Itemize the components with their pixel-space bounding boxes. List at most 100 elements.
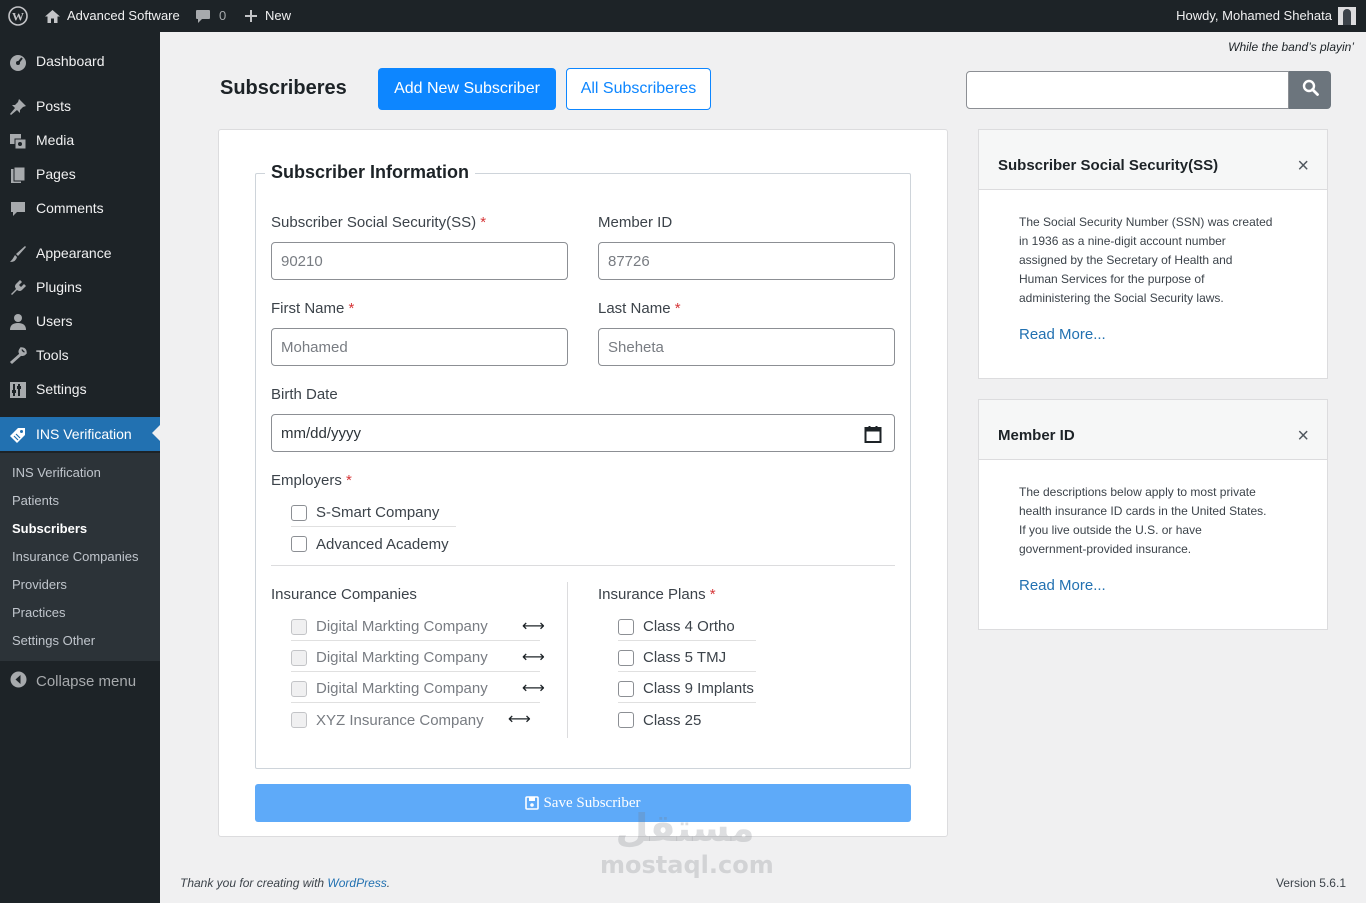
employer-label: S-Smart Company [316, 504, 440, 521]
submenu-item-practices[interactable]: Practices [12, 605, 65, 620]
insurance-company-row[interactable]: Digital Markting Company [291, 644, 540, 672]
menu-settings[interactable]: Settings [0, 372, 160, 406]
comments-count: 0 [219, 8, 227, 23]
insurance-plan-label: Class 25 [643, 711, 702, 729]
submenu-item-patients[interactable]: Patients [12, 493, 59, 508]
insurance-company-row[interactable]: Digital Markting Company [291, 675, 540, 703]
calendar-icon[interactable] [864, 425, 882, 447]
card-text-line: government-provided insurance. [1019, 542, 1192, 556]
last-name-input[interactable]: Sheheta [598, 328, 895, 366]
close-icon[interactable]: × [1297, 156, 1309, 176]
collapse-menu-button[interactable]: Collapse menu [0, 668, 160, 698]
pages-icon [9, 166, 27, 184]
read-more-link[interactable]: Read More... [1019, 326, 1106, 343]
birth-date-input[interactable]: mm/dd/yyyy [271, 414, 895, 452]
read-more-link[interactable]: Read More... [1019, 577, 1106, 594]
menu-users[interactable]: Users [0, 304, 160, 338]
new-content-link[interactable]: New [244, 0, 291, 32]
insurance-plan-row[interactable]: Class 5 TMJ [618, 644, 756, 672]
pin-icon [9, 98, 27, 116]
menu-comments[interactable]: Comments [0, 191, 160, 225]
insurance-company-row[interactable]: Digital Markting Company [291, 613, 540, 641]
ss-input[interactable]: 90210 [271, 242, 568, 280]
menu-label: Media [36, 132, 75, 148]
card-text-line: If you live outside the U.S. or have [1019, 523, 1202, 537]
divider [271, 565, 895, 566]
save-subscriber-button[interactable]: Save Subscriber [255, 784, 911, 822]
checkbox[interactable] [291, 536, 307, 552]
all-subscribers-button[interactable]: All Subscriberes [566, 68, 711, 110]
admin-bar: W Advanced Software 0 New Howdy, Mohamed… [0, 0, 1366, 32]
menu-plugins[interactable]: Plugins [0, 270, 160, 304]
first-name-input[interactable]: Mohamed [271, 328, 568, 366]
wordpress-logo-icon[interactable]: W [8, 0, 28, 32]
site-name-link[interactable]: Advanced Software [44, 0, 180, 32]
svg-text:W: W [12, 10, 24, 24]
card-text-line: The descriptions below apply to most pri… [1019, 485, 1256, 499]
search-button[interactable] [1289, 71, 1331, 109]
insurance-plan-row[interactable]: Class 25 [618, 706, 756, 734]
menu-pages[interactable]: Pages [0, 157, 160, 191]
dashboard-icon [9, 53, 27, 71]
insurance-company-row[interactable]: XYZ Insurance Company [291, 706, 540, 734]
menu-label: Settings [36, 381, 87, 397]
birth-date-placeholder: mm/dd/yyyy [281, 424, 362, 442]
menu-tools[interactable]: Tools [0, 338, 160, 372]
card-title: Member ID [998, 427, 1075, 444]
checkbox[interactable] [618, 618, 634, 635]
submenu-item-ins-verification[interactable]: INS Verification [12, 465, 101, 480]
menu-label: Tools [36, 347, 69, 363]
first-name-label: First Name * [271, 300, 354, 317]
required-mark: * [346, 472, 352, 489]
add-new-subscriber-button[interactable]: Add New Subscriber [378, 68, 556, 110]
comments-link[interactable]: 0 [195, 0, 226, 32]
checkbox[interactable] [291, 618, 307, 635]
user-icon [9, 313, 27, 331]
menu-appearance[interactable]: Appearance [0, 236, 160, 270]
employer-checkbox-row[interactable]: Advanced Academy [291, 530, 456, 558]
submenu-ins-verification: INS Verification Patients Subscribers In… [0, 453, 160, 661]
submenu-item-subscribers[interactable]: Subscribers [12, 521, 87, 536]
menu-media[interactable]: Media [0, 123, 160, 157]
card-body: The descriptions below apply to most pri… [1019, 483, 1289, 559]
checkbox[interactable] [618, 712, 634, 728]
employer-checkbox-row[interactable]: S-Smart Company [291, 499, 456, 527]
checkbox[interactable] [291, 680, 307, 697]
insurance-company-label: Digital Markting Company [316, 649, 488, 666]
close-icon[interactable]: × [1297, 426, 1309, 446]
footer-thanks-text: Thank you for creating with [180, 876, 328, 890]
submenu-item-insurance-companies[interactable]: Insurance Companies [12, 549, 138, 564]
card-text-line: in 1936 as a nine-digit account number [1019, 234, 1226, 248]
left-right-arrow-icon[interactable]: ⟷ [522, 678, 545, 698]
plus-icon [244, 9, 258, 23]
checkbox[interactable] [291, 712, 307, 728]
submenu-item-settings-other[interactable]: Settings Other [12, 633, 95, 648]
left-right-arrow-icon[interactable]: ⟷ [522, 647, 545, 667]
member-id-input[interactable]: 87726 [598, 242, 895, 280]
menu-ins-verification[interactable]: INS Verification [0, 417, 160, 451]
insurance-company-label: Digital Markting Company [316, 680, 488, 697]
ss-label-text: Subscriber Social Security(SS) [271, 214, 477, 231]
left-right-arrow-icon[interactable]: ⟷ [508, 709, 531, 729]
watermark-latin: mostaql.com [600, 851, 774, 879]
insurance-plan-label: Class 5 TMJ [643, 649, 727, 666]
my-account-link[interactable]: Howdy, Mohamed Shehata [1176, 0, 1356, 32]
card-text-line: health insurance ID cards in the United … [1019, 504, 1267, 518]
menu-dashboard[interactable]: Dashboard [0, 44, 160, 78]
first-name-label-text: First Name [271, 300, 345, 317]
wordpress-link[interactable]: WordPress [327, 876, 386, 890]
insurance-plan-row[interactable]: Class 9 Implants [618, 675, 756, 703]
submenu-item-providers[interactable]: Providers [12, 577, 67, 592]
checkbox[interactable] [291, 504, 307, 521]
admin-sidebar: Dashboard Posts Media Pages Comments App… [0, 32, 160, 903]
checkbox[interactable] [291, 649, 307, 666]
left-right-arrow-icon[interactable]: ⟷ [522, 616, 545, 636]
settings-icon [9, 381, 27, 399]
menu-posts[interactable]: Posts [0, 89, 160, 123]
search-input[interactable] [966, 71, 1289, 109]
employers-label: Employers * [271, 472, 352, 489]
insurance-plan-row[interactable]: Class 4 Ortho [618, 613, 756, 641]
footer-version: Version 5.6.1 [1275, 876, 1346, 890]
checkbox[interactable] [618, 680, 634, 697]
checkbox[interactable] [618, 649, 634, 666]
